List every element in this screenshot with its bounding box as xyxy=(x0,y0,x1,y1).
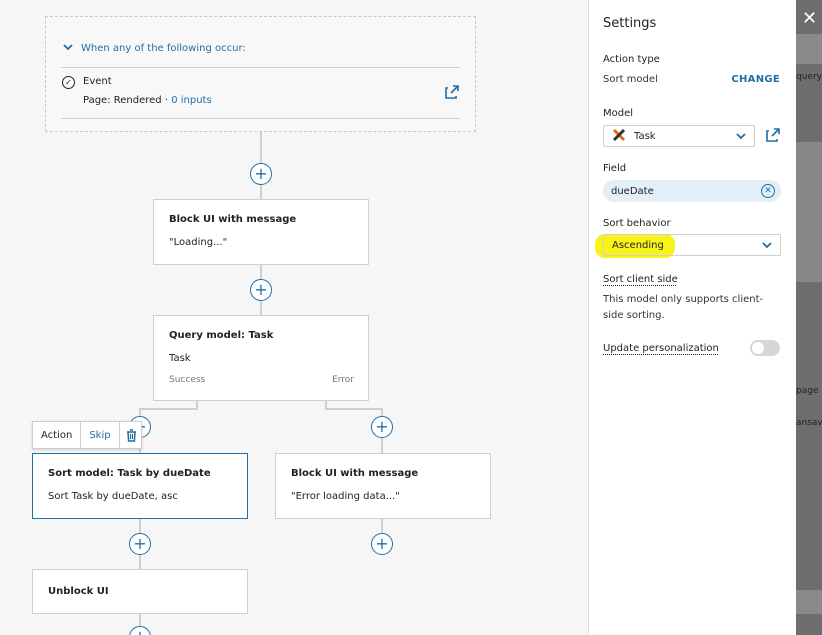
action-type-label: Action type xyxy=(603,54,660,65)
connector xyxy=(325,400,327,408)
background-panel xyxy=(796,590,822,614)
success-branch-label: Success xyxy=(169,375,206,385)
clear-icon[interactable]: ✕ xyxy=(761,184,775,198)
add-step-button[interactable]: + xyxy=(371,416,393,438)
sort-model-node[interactable]: Sort model: Task by dueDate Sort Task by… xyxy=(32,453,248,519)
event-detail: Page: Rendered · 0 inputs xyxy=(83,95,212,106)
action-type-value: Sort model xyxy=(603,74,658,85)
divider xyxy=(61,118,460,119)
node-title: Unblock UI xyxy=(48,586,109,597)
sort-behavior-select[interactable]: Ascending xyxy=(603,234,781,256)
trigger-header-label: When any of the following occur: xyxy=(81,43,246,54)
settings-title: Settings xyxy=(603,16,657,31)
model-select-value: Task xyxy=(634,130,656,142)
node-title: Block UI with message xyxy=(291,468,419,479)
add-step-button[interactable]: + xyxy=(129,533,151,555)
connector xyxy=(325,408,382,410)
add-step-button[interactable]: + xyxy=(129,626,151,635)
external-link-icon[interactable] xyxy=(766,128,780,145)
divider xyxy=(61,67,460,68)
background-panel xyxy=(796,142,822,282)
field-chip[interactable]: dueDate ✕ xyxy=(603,180,781,202)
change-button[interactable]: CHANGE xyxy=(731,74,780,85)
background-panel xyxy=(796,34,822,64)
chevron-down-icon xyxy=(736,129,746,143)
settings-panel: Settings Action type Sort model CHANGE M… xyxy=(588,0,796,635)
event-inputs-link[interactable]: 0 inputs xyxy=(171,95,211,106)
background-text: query xyxy=(796,72,822,82)
field-chip-value: dueDate xyxy=(611,185,654,197)
add-step-button[interactable]: + xyxy=(371,533,393,555)
query-model-node[interactable]: Query model: Task Task Success Error xyxy=(153,315,369,401)
background-text: page xyxy=(796,386,819,396)
sort-behavior-label: Sort behavior xyxy=(603,218,671,229)
update-personalization-label: Update personalization xyxy=(603,343,719,354)
block-ui-error-node[interactable]: Block UI with message "Error loading dat… xyxy=(275,453,491,519)
node-detail: Sort Task by dueDate, asc xyxy=(48,491,178,502)
node-detail: "Error loading data..." xyxy=(291,491,400,502)
model-label: Model xyxy=(603,108,634,119)
trash-icon[interactable] xyxy=(118,422,143,448)
action-label: Action xyxy=(33,422,82,448)
sort-behavior-value: Ascending xyxy=(612,239,664,251)
event-detail-text: Page: Rendered · xyxy=(83,95,172,106)
node-detail: Task xyxy=(169,353,191,364)
node-title: Query model: Task xyxy=(169,330,274,341)
flow-canvas: When any of the following occur: ✓ Event… xyxy=(0,0,588,635)
background-text: ansave xyxy=(796,418,822,428)
block-ui-node[interactable]: Block UI with message "Loading..." xyxy=(153,199,369,265)
add-step-button[interactable]: + xyxy=(250,279,272,301)
chevron-down-icon xyxy=(762,238,772,252)
model-select[interactable]: Task xyxy=(603,125,755,147)
update-personalization-toggle[interactable] xyxy=(750,340,780,356)
external-link-icon[interactable] xyxy=(445,85,459,102)
chevron-down-icon xyxy=(63,43,73,54)
check-circle-icon: ✓ xyxy=(62,76,75,89)
node-title: Sort model: Task by dueDate xyxy=(48,468,211,479)
error-branch-label: Error xyxy=(332,375,354,385)
model-x-icon xyxy=(612,128,626,145)
close-icon[interactable]: ✕ xyxy=(802,8,817,29)
node-detail: "Loading..." xyxy=(169,237,228,248)
action-toolbar: Action Skip xyxy=(32,421,142,449)
skip-button[interactable]: Skip xyxy=(81,430,118,441)
field-label: Field xyxy=(603,163,627,174)
trigger-block[interactable]: When any of the following occur: ✓ Event… xyxy=(45,16,476,132)
connector xyxy=(139,408,198,410)
event-title: Event xyxy=(83,76,112,87)
trigger-header[interactable]: When any of the following occur: xyxy=(63,43,246,54)
node-title: Block UI with message xyxy=(169,214,297,225)
unblock-ui-node[interactable]: Unblock UI xyxy=(32,569,248,614)
connector xyxy=(196,400,198,408)
add-step-button[interactable]: + xyxy=(250,163,272,185)
client-side-note: This model only supports client-side sor… xyxy=(603,294,764,321)
dimmed-background: ✕ query page ansave xyxy=(796,0,822,635)
sort-client-side-label: Sort client side xyxy=(603,274,678,285)
